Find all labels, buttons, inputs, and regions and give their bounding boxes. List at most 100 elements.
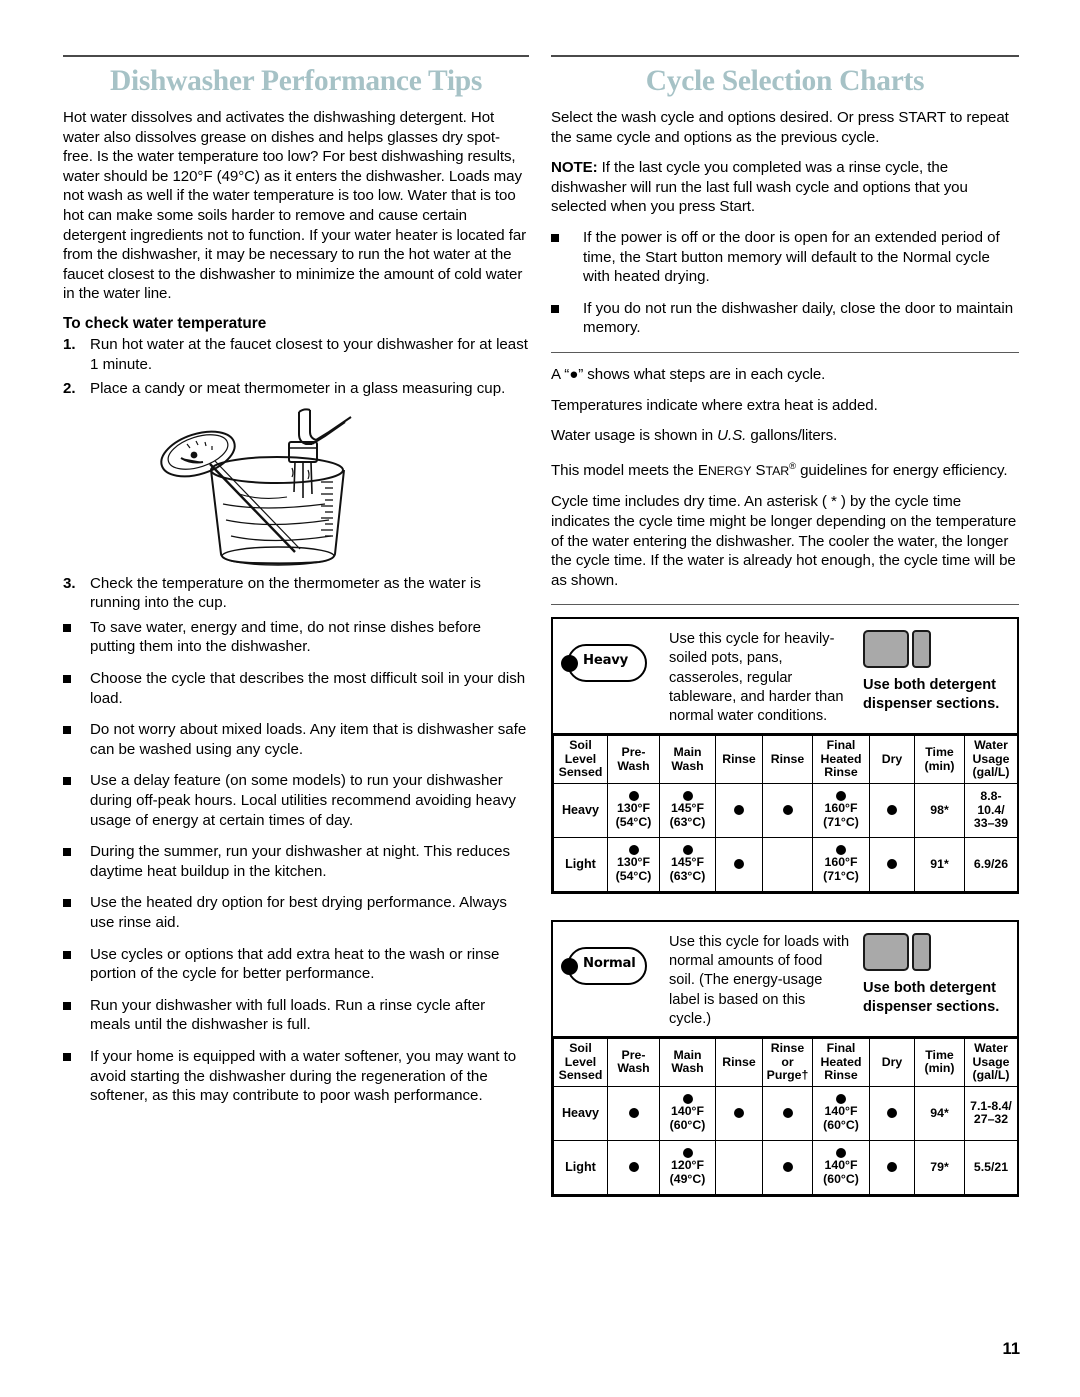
cycle-chart-header: Heavy Use this cycle for heavily-soiled …	[553, 619, 1017, 736]
list-item: Choose the cycle that describes the most…	[63, 669, 529, 708]
energy-star-nergy: NERGY	[707, 463, 752, 478]
subheading-check-water-temperature: To check water temperature	[63, 314, 267, 332]
cell-rinse-2	[762, 837, 813, 893]
dispenser-note: Use both detergent dispenser sections.	[863, 980, 1000, 1015]
step-dot-icon	[887, 859, 897, 870]
list-item-text: Choose the cycle that describes the most…	[90, 670, 526, 707]
dispenser-note: Use both detergent dispenser sections.	[863, 677, 1000, 712]
cell-final-heated-rinse: 140°F (60°C)	[812, 1139, 870, 1195]
numbered-step: 3. Check the temperature on the thermome…	[63, 574, 529, 613]
step-dot-icon	[682, 1148, 693, 1159]
section-divider-left	[63, 55, 529, 57]
cycle-description: Use this cycle for heavily-soiled pots, …	[669, 631, 844, 725]
cell-rinse-1	[715, 1085, 763, 1141]
list-item: Use cycles or options that add extra hea…	[63, 945, 529, 984]
step-dot-icon	[628, 845, 639, 856]
cell-time: 94*	[914, 1085, 965, 1141]
row-level: Light	[553, 837, 608, 893]
square-bullet-icon	[63, 893, 90, 932]
note-text: If the last cycle you completed was a ri…	[551, 159, 968, 216]
legend-water-usage: Water usage is shown in U.S. gallons/lit…	[551, 426, 1019, 446]
col-main-wash: Main Wash	[659, 735, 716, 785]
cell-rinse-or-purge	[762, 1139, 813, 1195]
row-level: Heavy	[553, 1085, 608, 1141]
cell-rinse-1	[715, 1139, 763, 1195]
list-item: If you do not run the dishwasher daily, …	[551, 299, 1019, 338]
cell-time: 98*	[914, 783, 965, 839]
cell-time: 91*	[914, 837, 965, 893]
dispenser-prewash-section-icon	[912, 933, 931, 972]
cell-time: 79*	[914, 1139, 965, 1195]
col-pre-wash: Pre- Wash	[607, 735, 660, 785]
col-final-heated-rinse: Final Heated Rinse	[812, 735, 870, 785]
col-dry: Dry	[869, 735, 915, 785]
cycle-chart-heavy: Heavy Use this cycle for heavily-soiled …	[551, 617, 1019, 895]
note-paragraph: NOTE: If the last cycle you completed wa…	[551, 158, 1019, 217]
cell-final-heated-rinse: 140°F (60°C)	[812, 1085, 870, 1141]
cycle-chart-normal: Normal Use this cycle for loads with nor…	[551, 920, 1019, 1197]
legend-water-suffix: gallons/liters.	[746, 427, 838, 445]
step-dot-icon	[682, 845, 693, 856]
cycle-chart-header: Normal Use this cycle for loads with nor…	[553, 922, 1017, 1039]
col-time: Time (min)	[914, 1038, 965, 1087]
cell-water-usage: 6.9/26	[964, 837, 1018, 893]
cell-pre-wash: 130°F (54°C)	[607, 783, 660, 839]
detergent-dispenser-icon	[863, 933, 1009, 975]
step-dot-icon	[628, 1107, 639, 1118]
col-soil-level: Soil Level Sensed	[553, 1038, 608, 1087]
list-item-text: If the power is off or the door is open …	[583, 228, 1000, 286]
measuring-cup-thermometer-illustration	[63, 408, 529, 568]
page-number: 11	[1002, 1340, 1020, 1358]
cell-pre-wash	[607, 1085, 660, 1141]
list-item: Run your dishwasher with full loads. Run…	[63, 996, 529, 1035]
cell-main-wash: 145°F (63°C)	[659, 837, 716, 893]
square-bullet-icon	[63, 771, 90, 830]
list-item: To save water, energy and time, do not r…	[63, 618, 529, 657]
list-item-text: Run your dishwasher with full loads. Run…	[90, 996, 486, 1034]
list-item-text: Use a delay feature (on some models) to …	[90, 772, 516, 829]
section-divider-right	[551, 55, 1019, 57]
square-bullet-icon	[63, 945, 90, 984]
cell-rinse-or-purge	[762, 1085, 813, 1141]
cell-dry	[869, 1085, 915, 1141]
square-bullet-icon	[63, 996, 90, 1035]
square-bullet-icon	[551, 228, 583, 287]
dispenser-info: Use both detergent dispenser sections.	[859, 931, 1009, 1029]
dispenser-main-section-icon	[863, 630, 909, 669]
col-rinse-1: Rinse	[715, 1038, 763, 1087]
col-time: Time (min)	[914, 735, 965, 785]
list-item: During the summer, run your dishwasher a…	[63, 842, 529, 881]
detergent-dispenser-icon	[863, 630, 1009, 672]
dispenser-main-section-icon	[863, 933, 909, 972]
step-number: 2.	[63, 380, 76, 398]
table-row: Light 120°F (49°C) 140°F (60°C) 79* 5.5/…	[553, 1139, 1018, 1195]
table-row: Heavy 130°F (54°C) 145°F (63°C) 160°F (7…	[553, 783, 1018, 839]
step-number: 1.	[63, 335, 76, 353]
numbered-step: 2. Place a candy or meat thermometer in …	[63, 379, 529, 399]
list-item-text: If you do not run the dishwasher daily, …	[583, 299, 1014, 337]
col-rinse-or-purge: Rinse or Purge†	[762, 1038, 813, 1087]
cell-rinse-1	[715, 783, 763, 839]
manual-page: Dishwasher Performance Tips Hot water di…	[0, 0, 1080, 1397]
col-water-usage: Water Usage (gal/L)	[964, 1038, 1018, 1087]
list-item: If the power is off or the door is open …	[551, 228, 1019, 287]
step-dot-icon	[836, 791, 846, 802]
cell-dry	[869, 1139, 915, 1195]
col-water-usage: Water Usage (gal/L)	[964, 735, 1018, 785]
col-soil-level: Soil Level Sensed	[553, 735, 608, 785]
registered-trademark-icon: ®	[789, 460, 796, 471]
cell-rinse-2	[762, 783, 813, 839]
left-column: Dishwasher Performance Tips Hot water di…	[63, 55, 529, 1118]
cycle-description: Use this cycle for loads with normal amo…	[669, 934, 850, 1027]
badge-dot-icon	[561, 958, 578, 976]
cell-dry	[869, 837, 915, 893]
step-dot-icon	[782, 1161, 793, 1172]
legend-divider-top	[551, 351, 1019, 353]
cycle-badge-icon: Normal	[561, 947, 649, 986]
legend-temperature-meaning: Temperatures indicate where extra heat i…	[551, 396, 878, 414]
square-bullet-icon	[63, 842, 90, 881]
cell-water-usage: 5.5/21	[964, 1139, 1018, 1195]
energy-star-e: E	[697, 461, 708, 479]
list-item-text: To save water, energy and time, do not r…	[90, 618, 481, 656]
col-rinse-1: Rinse	[715, 735, 763, 785]
